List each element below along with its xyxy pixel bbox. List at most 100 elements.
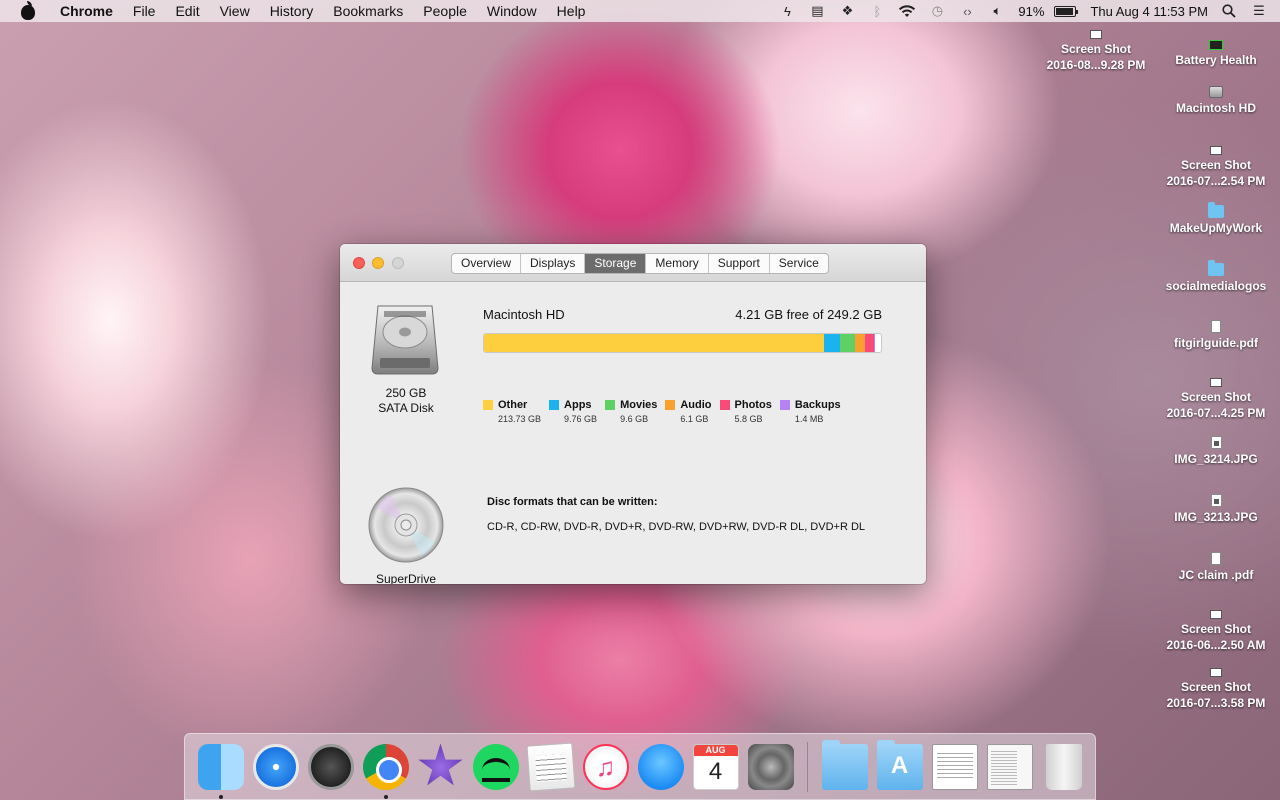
- about-this-mac-window: Overview Displays Storage Memory Support…: [340, 244, 926, 584]
- dock-documents-folder-icon[interactable]: [821, 739, 868, 790]
- dock-system-preferences-icon[interactable]: [747, 743, 794, 790]
- creative-cloud-icon[interactable]: ❖: [838, 3, 856, 18]
- dock-textedit-icon[interactable]: [525, 741, 576, 792]
- folder-icon: [1208, 202, 1224, 218]
- menu-clock[interactable]: Thu Aug 4 11:53 PM: [1090, 4, 1208, 19]
- tab-overview[interactable]: Overview: [452, 254, 522, 273]
- menu-view[interactable]: View: [210, 3, 260, 19]
- dock-imovie-icon[interactable]: [418, 743, 463, 786]
- storage-segment-movies[interactable]: [840, 334, 856, 352]
- legend-swatch: [605, 400, 616, 410]
- legend-label: Other: [498, 399, 528, 411]
- storage-segment-apps[interactable]: [824, 334, 841, 352]
- legend-swatch: [665, 400, 676, 410]
- tab-bar: Overview Displays Storage Memory Support…: [451, 253, 829, 274]
- battery-icon[interactable]: [1054, 5, 1079, 17]
- hard-disk-icon: [371, 305, 439, 375]
- tab-displays[interactable]: Displays: [521, 254, 586, 273]
- dock-itunes-icon[interactable]: [582, 743, 629, 790]
- legend-item-audio: Audio 6.1 GB: [665, 399, 712, 424]
- tab-service[interactable]: Service: [770, 254, 828, 273]
- dock-finder-icon[interactable]: [197, 743, 244, 799]
- volume-icon[interactable]: 🔈︎: [988, 3, 1006, 18]
- zoom-window-button[interactable]: [392, 257, 404, 269]
- menu-app-name[interactable]: Chrome: [50, 3, 123, 19]
- disc-formats-list: CD-R, CD-RW, DVD-R, DVD+R, DVD-RW, DVD+R…: [487, 521, 866, 533]
- minimize-window-button[interactable]: [372, 257, 384, 269]
- menu-history[interactable]: History: [260, 3, 324, 19]
- dock-safari-icon[interactable]: [252, 743, 299, 790]
- storage-segment-photos[interactable]: [865, 334, 875, 352]
- dock-trash-icon[interactable]: [1046, 743, 1082, 790]
- menu-edit[interactable]: Edit: [165, 3, 209, 19]
- dock-minimized-window-icon[interactable]: [986, 743, 1033, 790]
- dock-messages-icon[interactable]: [637, 743, 684, 790]
- dock-separator: [807, 741, 808, 792]
- desktop-icon-folder[interactable]: socialmedialogos: [1156, 260, 1276, 294]
- close-window-button[interactable]: [353, 257, 365, 269]
- legend-label: Audio: [680, 399, 712, 411]
- legend-item-movies: Movies 9.6 GB: [605, 399, 657, 424]
- storage-pane: 250 GB SATA Disk Macintosh HD 4.21 GB fr…: [340, 282, 926, 584]
- dock-minimized-window-icon[interactable]: [931, 743, 978, 790]
- calendar-month: AUG: [693, 744, 738, 756]
- desktop-icon-battery-health[interactable]: Battery Health: [1156, 40, 1276, 68]
- battery-health-app-icon: [1209, 40, 1223, 50]
- code-brackets-icon[interactable]: ‹›: [958, 4, 976, 19]
- desktop-icon-screenshot[interactable]: Screen Shot 2016-06...2.50 AM: [1156, 610, 1276, 653]
- window-titlebar[interactable]: Overview Displays Storage Memory Support…: [340, 244, 926, 282]
- dock-chrome-icon[interactable]: [362, 743, 409, 799]
- legend-item-apps: Apps 9.76 GB: [549, 399, 597, 424]
- legend-size: 213.73 GB: [498, 414, 542, 424]
- desktop-icon-screenshot[interactable]: Screen Shot 2016-08...9.28 PM: [1036, 30, 1156, 73]
- dock-dashboard-icon[interactable]: [307, 743, 354, 790]
- menu-file[interactable]: File: [123, 3, 166, 19]
- legend-swatch: [483, 400, 493, 410]
- folder-icon: [1208, 260, 1224, 276]
- desktop-icon-macintosh-hd[interactable]: Macintosh HD: [1156, 86, 1276, 116]
- storage-segment-backups[interactable]: [874, 334, 876, 352]
- menu-window[interactable]: Window: [477, 3, 547, 19]
- dock-applications-folder-icon[interactable]: [876, 739, 923, 790]
- storage-segment-audio[interactable]: [855, 334, 866, 352]
- notification-center-icon[interactable]: ☰: [1250, 3, 1268, 18]
- apple-menu-icon[interactable]: [20, 1, 36, 20]
- menu-people[interactable]: People: [413, 3, 477, 19]
- desktop-icon-pdf[interactable]: JC claim .pdf: [1156, 552, 1276, 583]
- desktop-icon-screenshot[interactable]: Screen Shot 2016-07...3.58 PM: [1156, 668, 1276, 711]
- tab-storage[interactable]: Storage: [585, 254, 647, 273]
- screenshot-file-icon: [1210, 668, 1222, 677]
- tab-support[interactable]: Support: [709, 254, 770, 273]
- desktop-icon-screenshot[interactable]: Screen Shot 2016-07...4.25 PM: [1156, 378, 1276, 421]
- spotlight-search-icon[interactable]: [1220, 4, 1238, 18]
- tab-memory[interactable]: Memory: [646, 254, 709, 273]
- dock-calendar-icon[interactable]: AUG 4: [692, 743, 739, 790]
- menu-bookmarks[interactable]: Bookmarks: [323, 3, 413, 19]
- screenshot-file-icon: [1210, 378, 1222, 387]
- display-icon[interactable]: ▤: [808, 3, 826, 18]
- menu-help[interactable]: Help: [547, 3, 596, 19]
- legend-label: Backups: [794, 399, 841, 411]
- legend-size: 9.6 GB: [620, 414, 649, 424]
- desktop-icon-screenshot[interactable]: Screen Shot 2016-07...2.54 PM: [1156, 146, 1276, 189]
- disk-name: Macintosh HD: [483, 307, 565, 322]
- legend-swatch: [779, 400, 790, 410]
- storage-usage-bar[interactable]: [483, 333, 882, 353]
- desktop-icon-pdf[interactable]: fitgirlguide.pdf: [1156, 320, 1276, 351]
- menu-bar: Chrome File Edit View History Bookmarks …: [0, 0, 1280, 22]
- dock-spotify-icon[interactable]: [472, 743, 519, 790]
- wifi-icon[interactable]: [898, 4, 916, 18]
- desktop-icon-folder[interactable]: MakeUpMyWork: [1156, 202, 1276, 236]
- legend-size: 6.1 GB: [680, 414, 709, 424]
- battery-level-fill: [1056, 7, 1073, 15]
- desktop-icon-jpg[interactable]: IMG_3213.JPG: [1156, 494, 1276, 525]
- battery-percent[interactable]: 91%: [1018, 4, 1044, 19]
- desktop-icon-jpg[interactable]: IMG_3214.JPG: [1156, 436, 1276, 467]
- time-machine-icon[interactable]: ◷: [928, 3, 946, 18]
- disk-caption: 250 GB SATA Disk: [378, 386, 434, 415]
- bluetooth-icon[interactable]: ᛒ: [868, 4, 886, 19]
- lightning-icon[interactable]: ϟ: [778, 4, 796, 19]
- legend-swatch: [719, 400, 730, 410]
- legend-label: Photos: [734, 399, 772, 411]
- storage-segment-other[interactable]: [484, 334, 825, 352]
